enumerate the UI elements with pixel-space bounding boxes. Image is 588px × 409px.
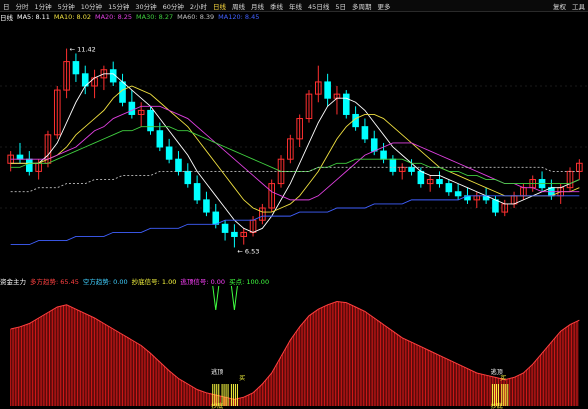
green-spike-1 bbox=[230, 286, 238, 311]
signal-label-1: 买 bbox=[239, 374, 245, 382]
indicator-label-1: 多方趋势: 65.45 bbox=[30, 278, 79, 286]
toolbar-item-4[interactable]: 10分钟 bbox=[78, 1, 105, 11]
toolbar-item-5[interactable]: 15分钟 bbox=[105, 1, 132, 11]
candle-body-24 bbox=[231, 231, 238, 237]
ma30-line bbox=[10, 126, 580, 185]
toolbar-item-8[interactable]: 2小时 bbox=[187, 1, 210, 11]
bottom-label-0: 抄底 bbox=[211, 402, 223, 409]
main-candlestick-chart[interactable]: ← 11.42 ← 6.53 bbox=[0, 11, 588, 275]
candle-body-16 bbox=[156, 130, 164, 148]
toolbar-item-10[interactable]: 周线 bbox=[229, 1, 248, 11]
candle-body-23 bbox=[221, 223, 229, 233]
toolbar-item-13[interactable]: 年线 bbox=[286, 1, 305, 11]
candle-body-18 bbox=[175, 158, 182, 172]
ma20-line bbox=[10, 105, 580, 201]
candle-body-48 bbox=[454, 191, 462, 197]
indicator-label-0: 资金主力 bbox=[0, 278, 26, 286]
candle-body-17 bbox=[165, 146, 173, 160]
candle-body-40 bbox=[380, 150, 387, 160]
toolbar-item-14[interactable]: 45日线 bbox=[305, 1, 332, 11]
candle-body-38 bbox=[361, 126, 369, 140]
candle-body-39 bbox=[370, 138, 378, 152]
toolbar-item-12[interactable]: 季线 bbox=[267, 1, 286, 11]
candle-body-34 bbox=[324, 81, 331, 99]
signal-label-0: 逃顶 bbox=[211, 368, 223, 376]
toolbar-item-0[interactable]: 日 bbox=[0, 1, 13, 11]
indicator-label-2: 空方趋势: 0.00 bbox=[82, 278, 128, 286]
toolbar-item-9[interactable]: 日线 bbox=[210, 1, 229, 11]
candle-body-52 bbox=[492, 199, 499, 213]
candle-body-46 bbox=[436, 179, 443, 185]
candle-body-41 bbox=[389, 158, 397, 172]
candle-body-7 bbox=[72, 61, 80, 75]
low-price-label: ← 6.53 bbox=[237, 247, 259, 255]
toolbar-item-17[interactable]: 更多 bbox=[374, 1, 393, 11]
indicator-label-4: 逃顶信号: 0.00 bbox=[180, 278, 226, 286]
candle-body-19 bbox=[184, 170, 192, 185]
indicator-chart[interactable]: 逃顶买逃顶买抄底 抄底 bbox=[0, 286, 588, 409]
high-price-label: ← 11.42 bbox=[70, 46, 96, 54]
candle-body-21 bbox=[203, 199, 210, 213]
candle-body-36 bbox=[342, 93, 350, 115]
toolbar-item-6[interactable]: 30分钟 bbox=[132, 1, 159, 11]
green-spike-0 bbox=[212, 286, 220, 311]
candle-body-22 bbox=[212, 211, 220, 225]
candle-body-20 bbox=[193, 183, 201, 201]
toolbar-right-item-0[interactable]: 复权 bbox=[550, 1, 569, 11]
candle-body-44 bbox=[417, 170, 425, 185]
toolbar-item-15[interactable]: 5日 bbox=[332, 1, 349, 11]
toolbar-item-16[interactable]: 多周期 bbox=[349, 1, 375, 11]
toolbar-item-11[interactable]: 月线 bbox=[248, 1, 267, 11]
toolbar-item-2[interactable]: 1分钟 bbox=[32, 1, 55, 11]
candle-body-43 bbox=[408, 166, 415, 172]
indicator-header: 资金主力 多方趋势: 65.45 空方趋势: 0.00 抄底信号: 1.00 逃顶信号:… bbox=[0, 276, 588, 286]
toolbar-item-3[interactable]: 5分钟 bbox=[55, 1, 78, 11]
candle-body-2 bbox=[26, 158, 33, 172]
candle-body-1 bbox=[16, 154, 24, 160]
toolbar-right: 复权 工具 bbox=[550, 1, 588, 11]
signal-label-3: 买 bbox=[500, 374, 506, 382]
candle-body-13 bbox=[128, 101, 136, 115]
indicator-label-5: 买点: 100.00 bbox=[229, 278, 270, 286]
ma10-line bbox=[10, 85, 580, 213]
indicator-label-3: 抄底信号: 1.00 bbox=[131, 278, 177, 286]
candle-body-15 bbox=[147, 109, 154, 132]
toolbar-right-item-1[interactable]: 工具 bbox=[569, 1, 588, 11]
toolbar-item-1[interactable]: 分时 bbox=[13, 1, 32, 11]
toolbar-item-7[interactable]: 60分钟 bbox=[160, 1, 187, 11]
bottom-label-1: 抄底 bbox=[491, 402, 503, 409]
candle-body-47 bbox=[445, 183, 453, 193]
